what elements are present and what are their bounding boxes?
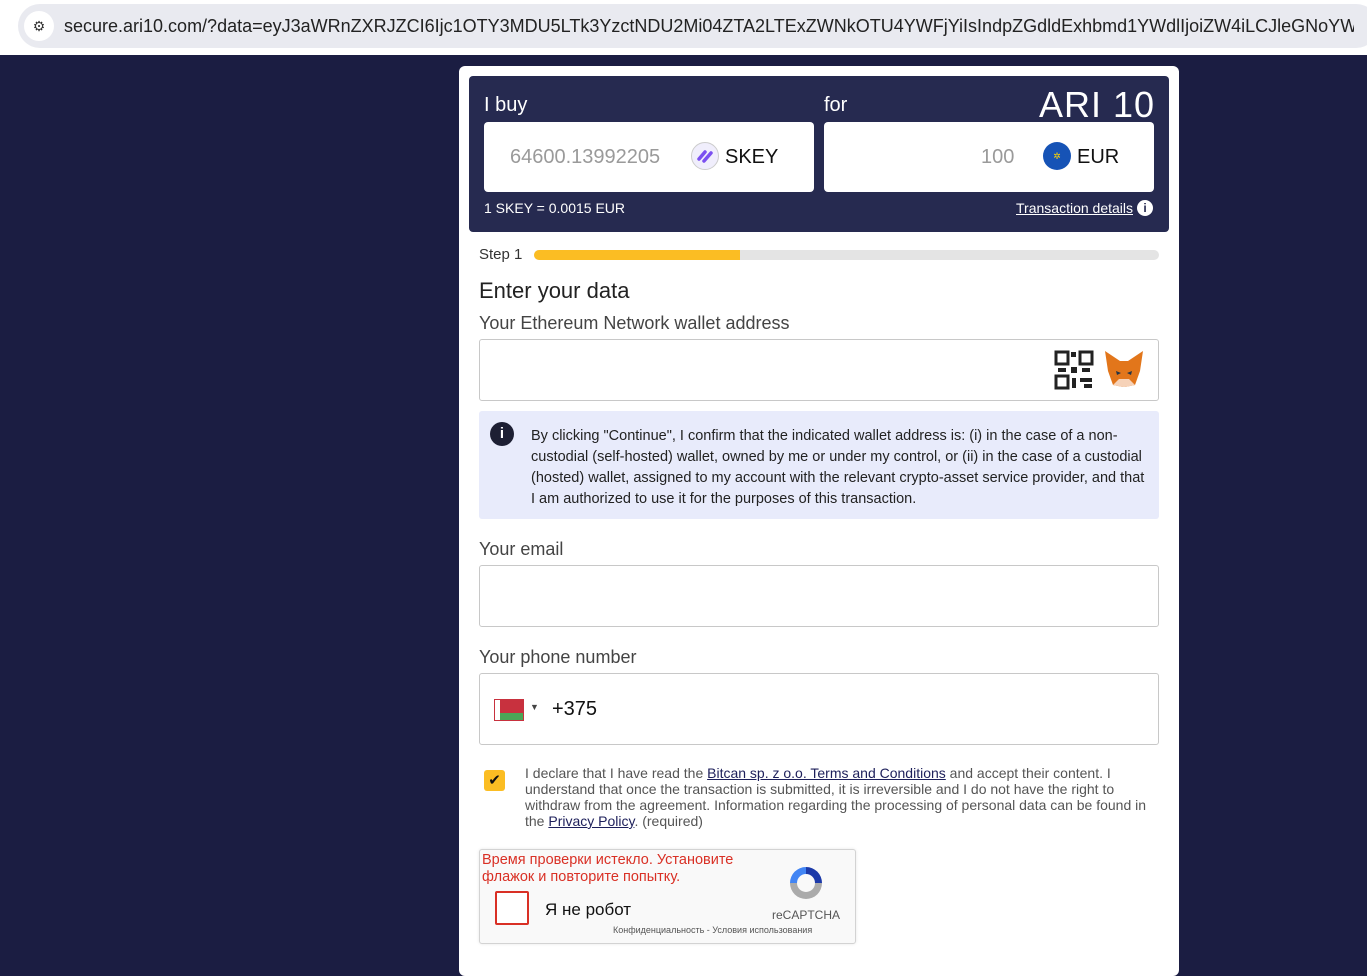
email-input[interactable] bbox=[479, 565, 1159, 627]
belarus-flag-icon bbox=[494, 699, 524, 721]
widget-card: I buy for ARI 10 64600.13992205 SKEY 100… bbox=[459, 66, 1179, 976]
address-bar[interactable]: ⚙ secure.ari10.com/?data=eyJ3aWRnZXRJZCI… bbox=[18, 4, 1367, 48]
terms-declaration: I declare that I have read the Bitcan sp… bbox=[525, 765, 1150, 829]
info-icon[interactable]: i bbox=[1137, 200, 1153, 216]
phone-label: Your phone number bbox=[479, 647, 637, 667]
qr-code-icon[interactable] bbox=[1054, 350, 1094, 390]
recaptcha-brand: reCAPTCHA bbox=[772, 908, 841, 922]
recaptcha-logo-icon bbox=[790, 867, 822, 899]
progress-fill bbox=[534, 250, 741, 260]
transaction-details-link[interactable]: Transaction details bbox=[1016, 200, 1133, 216]
recaptcha-widget: Время проверки истекло. Установите флажо… bbox=[479, 849, 856, 944]
captcha-error: Время проверки истекло. Установите флажо… bbox=[482, 852, 734, 885]
captcha-terms-link[interactable]: Условия использования bbox=[712, 925, 812, 935]
pay-amount: 100 bbox=[981, 146, 1015, 168]
eu-flag-icon: ✲ bbox=[1043, 142, 1071, 170]
buy-amount-field[interactable]: 64600.13992205 SKEY bbox=[484, 122, 814, 192]
pay-amount-field[interactable]: 100 ✲ EUR bbox=[824, 122, 1154, 192]
captcha-label: Я не робот bbox=[545, 900, 632, 919]
buy-label: I buy bbox=[484, 94, 528, 116]
pay-currency[interactable]: EUR bbox=[1077, 146, 1119, 169]
skey-coin-icon bbox=[691, 142, 719, 170]
captcha-privacy-link[interactable]: Конфиденциальность bbox=[613, 925, 704, 935]
page-title: Enter your data bbox=[479, 278, 630, 303]
url-text[interactable]: secure.ari10.com/?data=eyJ3aWRnZXRJZCI6I… bbox=[64, 16, 1354, 37]
wallet-label: Your Ethereum Network wallet address bbox=[479, 313, 790, 333]
wallet-confirmation-notice: i By clicking "Continue", I confirm that… bbox=[479, 411, 1159, 519]
progress-bar bbox=[534, 250, 1159, 260]
declare-text: . (required) bbox=[634, 813, 703, 829]
captcha-checkbox[interactable] bbox=[495, 891, 529, 925]
site-settings-icon[interactable]: ⚙ bbox=[24, 11, 54, 41]
captcha-links: Конфиденциальность - Условия использован… bbox=[613, 925, 812, 935]
terms-checkbox[interactable]: ✔ bbox=[484, 770, 505, 791]
for-label: for bbox=[824, 94, 848, 116]
chevron-down-icon: ▼ bbox=[530, 702, 539, 712]
email-label: Your email bbox=[479, 539, 564, 559]
browser-bar: ⚙ secure.ari10.com/?data=eyJ3aWRnZXRJZCI… bbox=[0, 0, 1367, 55]
declare-text: I declare that I have read the bbox=[525, 765, 708, 781]
phone-input[interactable]: ▼ +375 bbox=[479, 673, 1159, 745]
terms-link[interactable]: Bitcan sp. z o.o. Terms and Conditions bbox=[707, 765, 946, 781]
country-selector[interactable]: ▼ bbox=[494, 699, 545, 721]
metamask-fox-icon[interactable] bbox=[1103, 349, 1145, 389]
phone-code: +375 bbox=[552, 698, 598, 720]
info-icon: i bbox=[490, 422, 514, 446]
notice-text: By clicking "Continue", I confirm that t… bbox=[531, 428, 1145, 507]
exchange-header: I buy for ARI 10 64600.13992205 SKEY 100… bbox=[469, 76, 1169, 232]
ari10-logo: ARI 10 bbox=[1038, 84, 1155, 125]
wallet-address-input[interactable] bbox=[479, 339, 1159, 401]
step-label: Step 1 bbox=[479, 246, 523, 263]
buy-amount: 64600.13992205 bbox=[510, 146, 661, 168]
privacy-policy-link[interactable]: Privacy Policy bbox=[548, 813, 634, 829]
exchange-rate: 1 SKEY = 0.0015 EUR bbox=[484, 200, 625, 216]
buy-currency[interactable]: SKEY bbox=[725, 146, 778, 169]
